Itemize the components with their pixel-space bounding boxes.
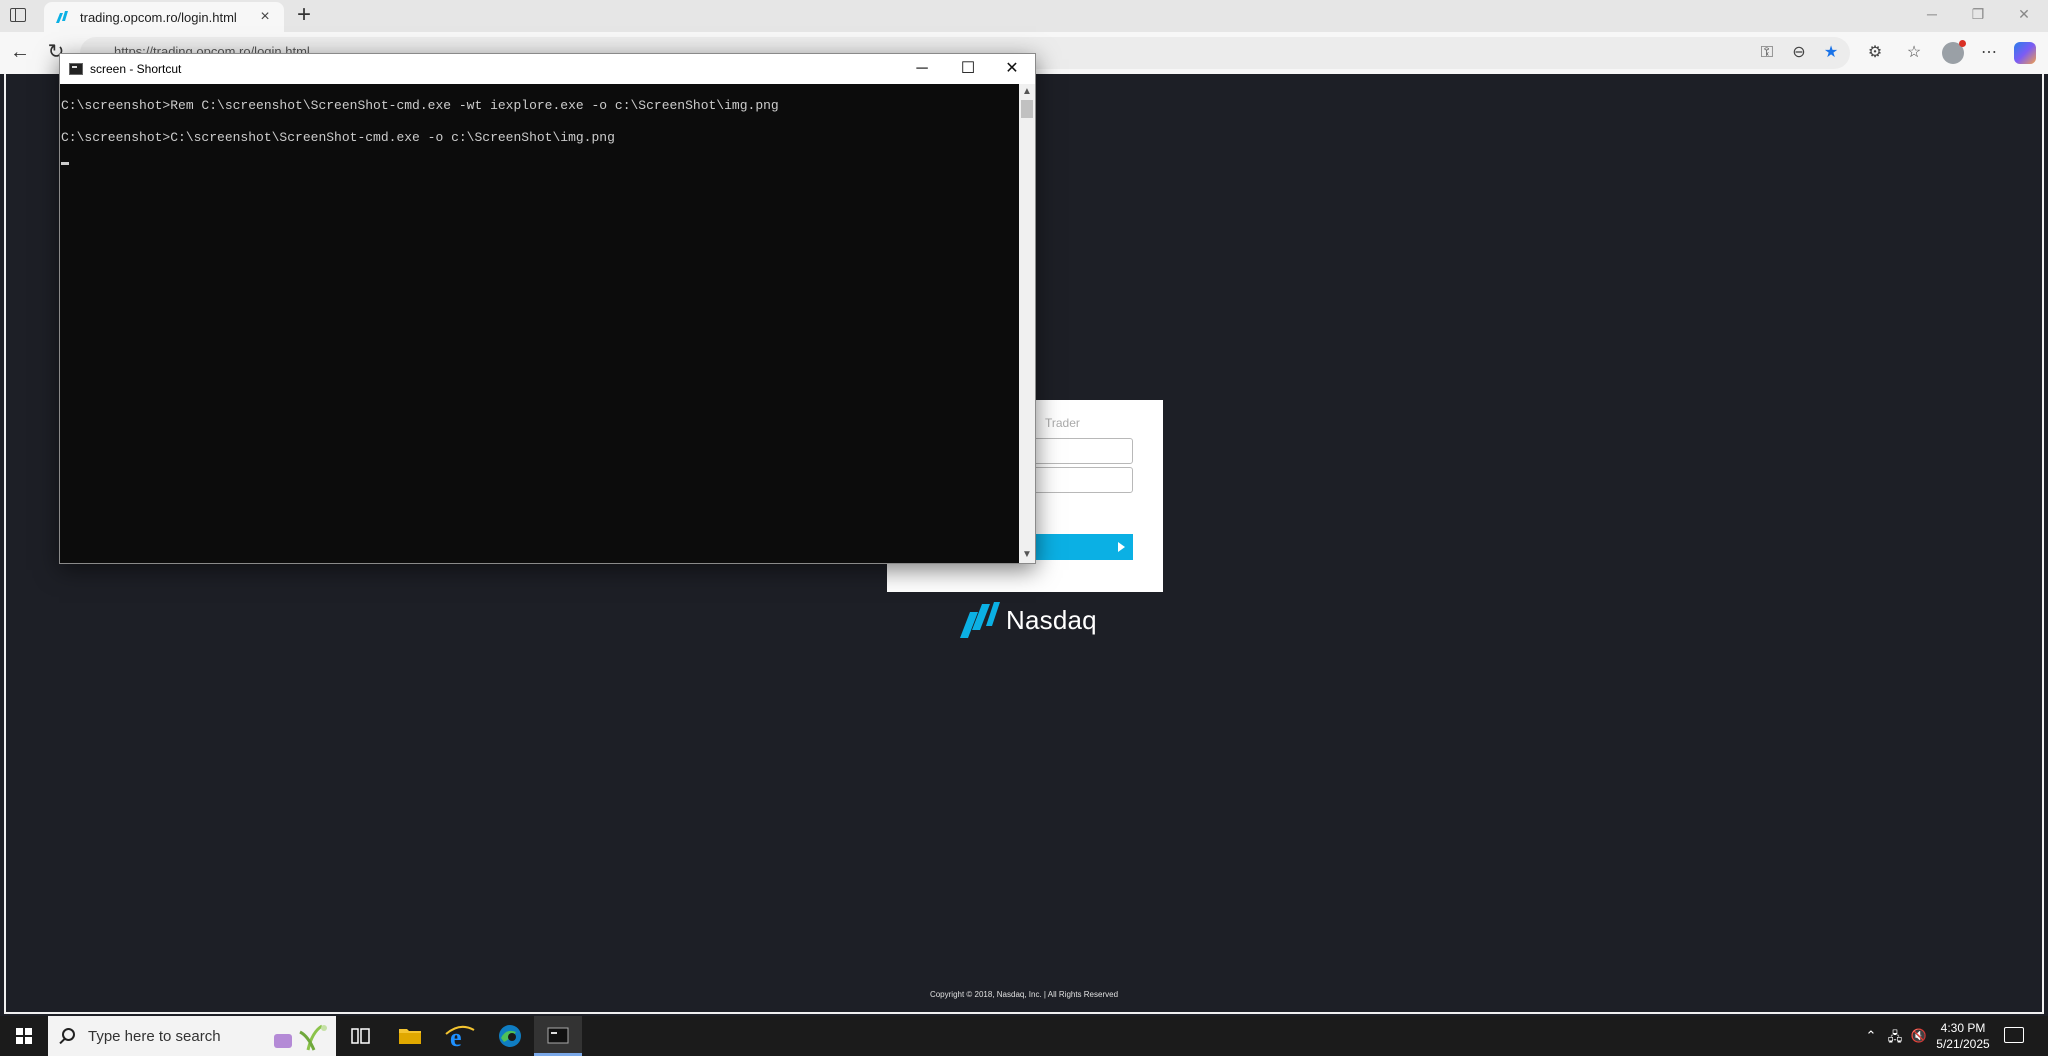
copyright-text: Copyright © 2018, Nasdaq, Inc. | All Rig… [929,990,1119,999]
scroll-down-icon[interactable]: ▼ [1019,547,1035,563]
file-explorer-icon[interactable] [386,1016,434,1056]
console-cursor [61,162,69,165]
tab-title: trading.opcom.ro/login.html [80,9,237,25]
console-output[interactable]: C:\screenshot>Rem C:\screenshot\ScreenSh… [60,84,1019,563]
taskbar-search[interactable]: Type here to search [48,1016,336,1056]
taskbar: Type here to search e ⌃ 🖧 🔇 4:30 PM 5/21… [0,1016,2048,1056]
search-placeholder: Type here to search [88,1028,221,1045]
favorite-star-icon[interactable]: ★ [1820,42,1842,64]
browser-restore-icon[interactable]: ❐ [1966,6,1990,23]
volume-muted-icon[interactable]: 🔇 [1910,1028,1928,1044]
play-arrow-icon [1118,542,1125,552]
console-taskbar-icon[interactable] [534,1016,582,1056]
console-close-icon[interactable]: ✕ [989,57,1035,81]
nasdaq-logo-icon [960,602,1000,638]
browser-tab[interactable]: trading.opcom.ro/login.html × [44,2,284,32]
start-button[interactable] [0,1016,48,1056]
notification-dot [1959,40,1966,47]
scroll-up-icon[interactable]: ▲ [1019,84,1035,100]
clock-time: 4:30 PM [1940,1021,1986,1035]
console-minimize-icon[interactable]: ─ [899,57,945,81]
login-heading: Trader [1045,416,1080,430]
console-maximize-icon[interactable]: ☐ [945,57,991,81]
new-tab-icon[interactable]: + [292,3,316,27]
clock-date: 5/21/2025 [1936,1037,1990,1051]
tab-close-icon[interactable]: × [256,8,274,26]
search-icon [62,1028,75,1041]
favorites-icon[interactable]: ☆ [1903,42,1925,64]
zoom-icon[interactable]: ⊖ [1788,42,1810,64]
brand-name: Nasdaq [1006,604,1097,635]
screen: trading.opcom.ro/login.html × + ─ ❐ ✕ ← … [0,0,2048,1056]
console-window[interactable]: screen - Shortcut ─ ☐ ✕ C:\screenshot>Re… [59,53,1036,564]
edge-icon[interactable] [486,1016,534,1056]
extensions-icon[interactable]: ⚙ [1864,42,1886,64]
copilot-icon[interactable] [2014,42,2036,64]
more-icon[interactable]: ⋯ [1978,42,2000,64]
nasdaq-favicon-icon [56,11,68,23]
browser-tabstrip: trading.opcom.ro/login.html × + ─ ❐ ✕ [0,0,2048,32]
key-icon[interactable]: ⚿ [1756,42,1778,64]
browser-close-icon[interactable]: ✕ [2012,6,2036,23]
tab-actions-icon[interactable] [10,8,26,22]
network-icon[interactable]: 🖧 [1886,1028,1904,1050]
task-view-icon[interactable] [336,1016,384,1056]
console-app-icon [69,63,83,75]
console-scrollbar[interactable]: ▲ ▼ [1019,84,1035,563]
internet-explorer-icon[interactable]: e [436,1016,484,1056]
tray-chevron-icon[interactable]: ⌃ [1862,1028,1880,1044]
console-titlebar[interactable]: screen - Shortcut ─ ☐ ✕ [60,54,1035,84]
taskbar-clock[interactable]: 4:30 PM 5/21/2025 [1928,1020,1998,1052]
back-icon[interactable]: ← [8,40,32,64]
console-line: C:\screenshot>C:\screenshot\ScreenShot-c… [61,130,615,145]
browser-minimize-icon[interactable]: ─ [1920,6,1944,22]
notification-center-icon[interactable] [2004,1027,2024,1043]
nasdaq-brand: Nasdaq [958,598,1097,642]
profile-icon[interactable] [1942,40,1966,64]
search-highlight-art-icon [274,1024,327,1051]
windows-logo-icon [16,1028,32,1044]
console-line: C:\screenshot>Rem C:\screenshot\ScreenSh… [61,98,779,113]
console-title: screen - Shortcut [90,62,182,76]
scroll-thumb[interactable] [1021,100,1033,118]
